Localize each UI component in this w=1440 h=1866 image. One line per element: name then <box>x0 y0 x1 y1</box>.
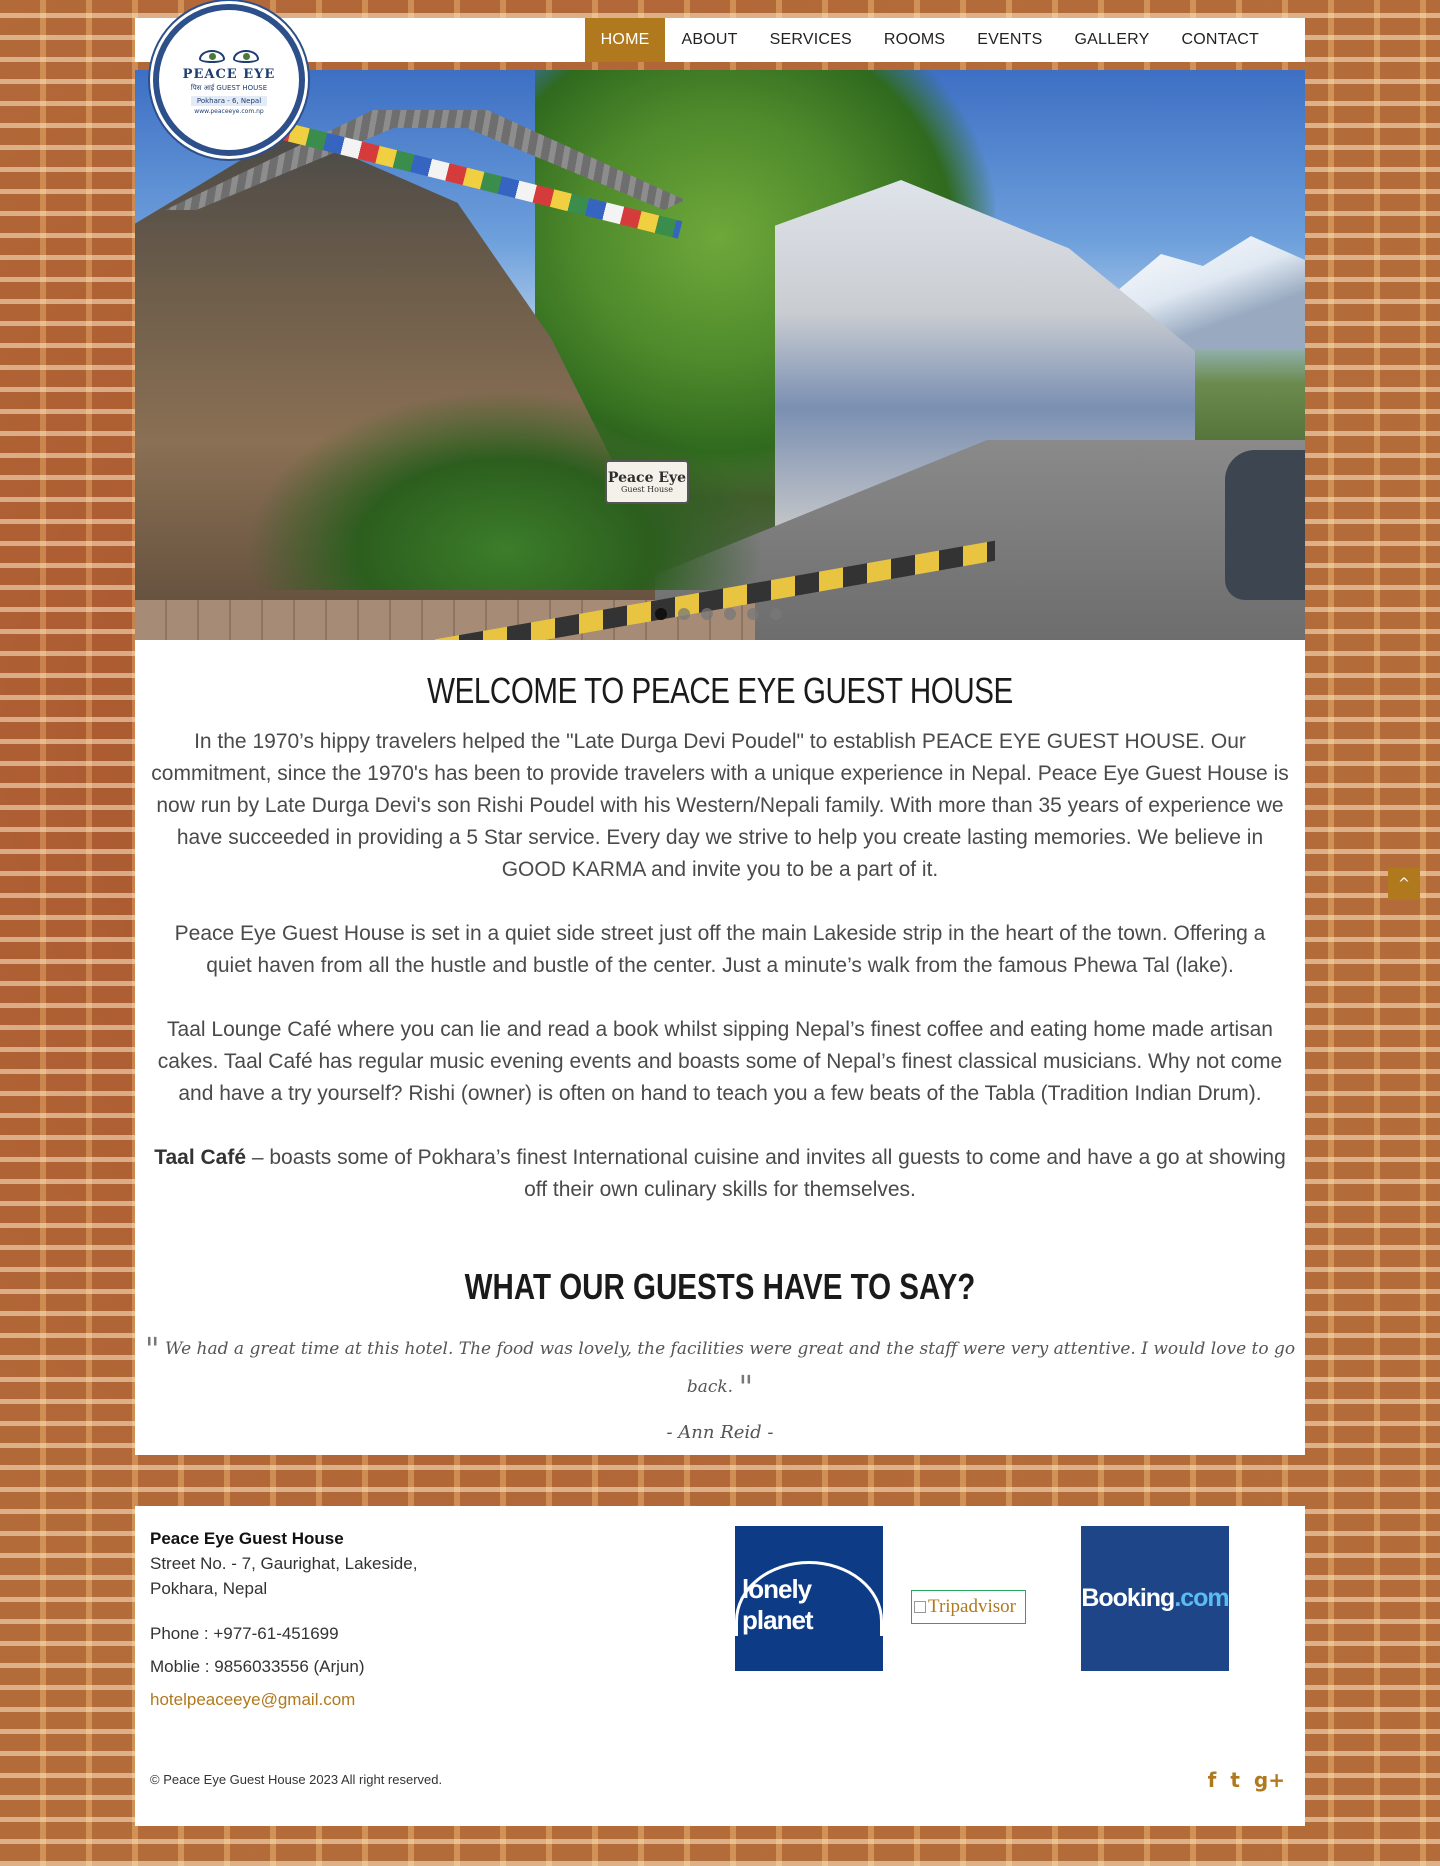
slider-dot-6[interactable] <box>770 608 782 620</box>
nav-rooms[interactable]: Rooms <box>868 18 961 62</box>
slider-dot-1[interactable] <box>655 608 667 620</box>
cuisine-text: – boasts some of Pokhara’s finest Intern… <box>246 1146 1286 1201</box>
slider-dot-3[interactable] <box>701 608 713 620</box>
welcome-title: WELCOME TO PEACE EYE GUEST HOUSE <box>427 670 1013 711</box>
tripadvisor-logo[interactable]: Tripadvisor <box>911 1590 1026 1624</box>
twitter-icon[interactable]: t <box>1230 1768 1240 1792</box>
location-paragraph: Peace Eye Guest House is set in a quiet … <box>174 922 1266 977</box>
quote-open-icon: " <box>144 1330 160 1368</box>
footer-city: Pokhara, Nepal <box>150 1579 268 1598</box>
logo-place: Pokhara - 6, Nepal <box>190 95 268 106</box>
chevron-up-icon: ^ <box>1398 876 1410 892</box>
slider-dot-5[interactable] <box>747 608 759 620</box>
booking-dotcom-text: .com <box>1174 1584 1229 1612</box>
main-nav: Home About Services Rooms Events Gallery… <box>584 18 1275 62</box>
facebook-icon[interactable]: f <box>1208 1768 1217 1792</box>
booking-text: Booking <box>1081 1584 1175 1612</box>
nav-about[interactable]: About <box>665 18 753 62</box>
buddha-eyes-icon <box>199 49 259 63</box>
testimonials-title: WHAT OUR GUESTS HAVE TO SAY? <box>464 1266 976 1307</box>
cafe-name: Taal Café <box>154 1146 247 1169</box>
guest-house-sign: Peace Eye Guest House <box>605 460 689 504</box>
site-header: Home About Services Rooms Events Gallery… <box>135 18 1305 62</box>
logo-name: PEACE EYE <box>182 66 276 82</box>
sign-line-1: Peace Eye <box>607 469 687 486</box>
nav-gallery[interactable]: Gallery <box>1059 18 1166 62</box>
tripadvisor-alt-text: Tripadvisor <box>928 1596 1016 1617</box>
footer-phone: Phone : +977-61-451699 <box>150 1624 339 1643</box>
footer-street: Street No. - 7, Gaurighat, Lakeside, <box>150 1554 418 1573</box>
eye-left-icon <box>199 49 225 63</box>
cafe-paragraph: Taal Lounge Café where you can lie and r… <box>157 1018 1283 1105</box>
footer-address: Peace Eye Guest House Street No. - 7, Ga… <box>150 1526 490 1601</box>
google-plus-icon[interactable]: g+ <box>1254 1768 1285 1792</box>
nav-home[interactable]: Home <box>584 18 666 62</box>
nav-contact[interactable]: Contact <box>1165 18 1275 62</box>
footer-mobile: Moblie : 9856033556 (Arjun) <box>150 1657 365 1676</box>
intro-paragraph: In the 1970’s hippy travelers helped the… <box>151 730 1289 881</box>
booking-logo[interactable]: Booking .com <box>1081 1526 1230 1671</box>
quote-close-icon: " <box>738 1368 754 1406</box>
site-footer: Peace Eye Guest House Street No. - 7, Ga… <box>135 1506 1305 1826</box>
copyright-text: © Peace Eye Guest House 2023 All right r… <box>150 1772 443 1787</box>
footer-email-link[interactable]: hotelpeaceeye@gmail.com <box>150 1690 355 1710</box>
site-logo[interactable]: PEACE EYE पिस आई GUEST HOUSE Pokhara - 6… <box>153 4 305 156</box>
nav-events[interactable]: Events <box>961 18 1058 62</box>
cuisine-paragraph: Taal Café – boasts some of Pokhara’s fin… <box>150 1142 1290 1206</box>
footer-business-name: Peace Eye Guest House <box>150 1529 344 1548</box>
testimonial-author: - Ann Reid - <box>666 1422 774 1443</box>
main-content: WELCOME TO PEACE EYE GUEST HOUSE In the … <box>135 640 1305 1455</box>
social-links: f t g+ <box>1208 1768 1285 1792</box>
scroll-top-button[interactable]: ^ <box>1388 868 1420 900</box>
lonely-planet-logo[interactable]: lonely planet <box>735 1526 883 1671</box>
quote-text: We had a great time at this hotel. The f… <box>164 1339 1296 1397</box>
hero-slider[interactable]: Peace Eye Guest House <box>135 70 1305 640</box>
hero-car <box>1225 450 1305 600</box>
slider-dot-2[interactable] <box>678 608 690 620</box>
logo-url: www.peaceeye.com.np <box>194 107 264 115</box>
sign-line-2: Guest House <box>621 484 673 494</box>
slider-pagination <box>655 608 782 620</box>
broken-image-icon <box>914 1601 926 1613</box>
logo-subtitle: पिस आई GUEST HOUSE <box>190 83 268 92</box>
eye-right-icon <box>233 49 259 63</box>
slider-dot-4[interactable] <box>724 608 736 620</box>
nav-services[interactable]: Services <box>754 18 868 62</box>
lonely-planet-text: lonely planet <box>735 1561 883 1636</box>
testimonial-quote: " We had a great time at this hotel. The… <box>135 1330 1305 1406</box>
